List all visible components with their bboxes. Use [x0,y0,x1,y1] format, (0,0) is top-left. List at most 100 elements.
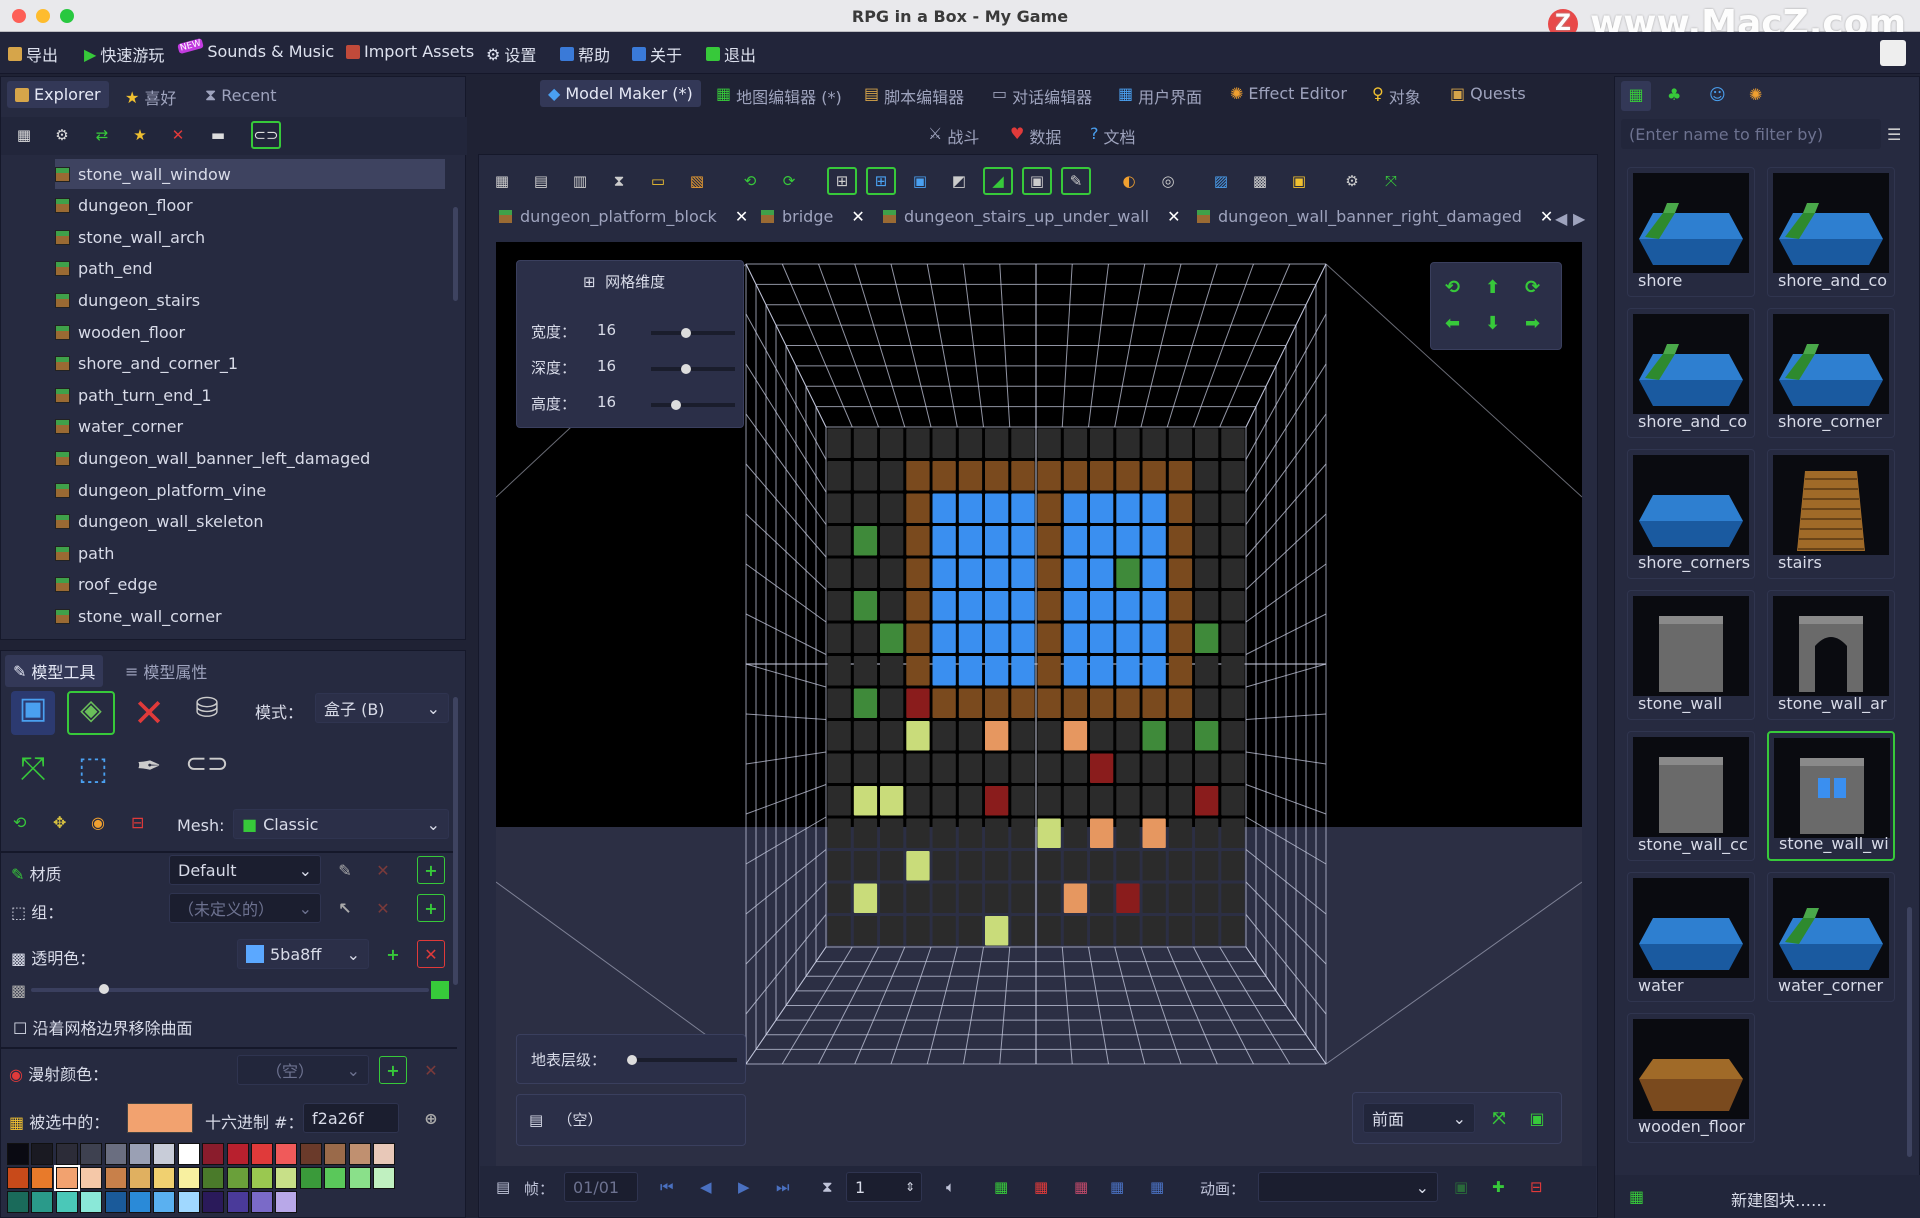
voxel[interactable] [1116,688,1140,719]
rotate-left-icon[interactable]: ⟲ [1445,277,1460,298]
document-tab[interactable]: dungeon_platform_block ✕ [499,207,748,226]
palette-swatch[interactable] [7,1143,29,1165]
voxel[interactable] [958,526,983,556]
frame-slot[interactable]: ▤ （空） [529,1109,603,1130]
voxel[interactable] [906,883,930,914]
voxel[interactable] [827,526,851,556]
voxel[interactable] [1011,558,1035,589]
document-tab[interactable]: dungeon_stairs_up_under_wall ✕ [883,207,1180,226]
voxel[interactable] [1168,656,1193,686]
first-frame-icon[interactable]: ⏮ [660,1178,674,1196]
voxel[interactable] [827,688,851,719]
voxel[interactable] [1221,818,1245,849]
tab-docs[interactable]: ? 文档 [1090,124,1136,148]
voxel[interactable] [853,461,878,491]
voxel[interactable] [1090,623,1114,654]
voxel[interactable] [1063,851,1088,881]
voxel[interactable] [1221,721,1245,751]
voxel[interactable] [853,851,878,881]
voxel[interactable] [1037,428,1061,459]
voxel[interactable] [1116,558,1140,589]
arrow-down-icon[interactable]: ⬇ [1485,313,1500,334]
voxel[interactable] [1221,851,1245,881]
voxel[interactable] [1168,721,1193,751]
add-diffuse-icon[interactable]: + [379,1056,407,1084]
voxel[interactable] [932,721,956,751]
voxel[interactable] [1195,818,1219,849]
expand-icon[interactable]: ⤧ [11,749,55,793]
voxel[interactable] [853,493,878,524]
voxel[interactable] [1221,753,1245,784]
palette-swatch[interactable] [275,1191,298,1213]
menu-sounds-music[interactable]: NEW Sounds & Music [177,37,334,61]
voxel[interactable] [985,526,1009,556]
tab-dialog-editor[interactable]: ▭ 对话编辑器 [992,84,1092,108]
tree-item[interactable]: path_end [55,254,445,284]
palette-swatch[interactable] [31,1191,54,1213]
new-icon[interactable]: ▦ [487,167,517,195]
voxel[interactable] [1168,493,1193,524]
voxel[interactable] [1037,591,1061,621]
voxel[interactable] [1168,786,1193,816]
voxel[interactable] [827,461,851,491]
palette-swatch[interactable] [226,1191,249,1213]
voxel[interactable] [932,786,956,816]
voxel[interactable] [985,851,1009,881]
voxel[interactable] [853,591,878,621]
save-icon[interactable]: ▤ [526,167,556,195]
voxel[interactable] [1063,786,1088,816]
palette-swatch[interactable] [80,1191,103,1213]
tree-item[interactable]: stone_wall_arch [55,222,445,252]
voxel[interactable] [1037,721,1061,751]
palette-swatch[interactable] [7,1167,29,1189]
palette-swatch[interactable] [202,1191,225,1213]
voxel[interactable] [958,916,983,946]
voxel[interactable] [1221,656,1245,686]
fullscreen-icon[interactable]: ⤧ [1376,167,1406,195]
voxel[interactable] [1142,591,1166,621]
voxel[interactable] [1168,558,1193,589]
mesh-select[interactable]: ■ Classic ⌄ [233,809,449,839]
voxel[interactable] [827,851,851,881]
voxel[interactable] [1116,591,1140,621]
voxel[interactable] [1221,526,1245,556]
voxel[interactable] [1142,916,1166,946]
voxel[interactable] [1195,493,1219,524]
voxel[interactable] [958,623,983,654]
close-icon[interactable]: ✕ [1167,207,1180,226]
voxel[interactable] [1195,753,1219,784]
document-tab[interactable]: bridge ✕ [761,207,865,226]
voxel[interactable] [853,623,878,654]
tree-item[interactable]: water_corner [55,412,445,442]
redo-icon[interactable]: ⟳ [774,167,804,195]
add-group-icon[interactable]: + [417,894,445,922]
tab-model-maker[interactable]: ◆ Model Maker (*) [540,80,701,107]
tree-item[interactable]: dungeon_stairs [55,285,445,315]
voxel[interactable] [1142,461,1166,491]
tile-shore_and_co[interactable]: shore_and_co [1627,308,1755,438]
remove-faces-checkbox[interactable]: ☐ 沿着网格边界移除曲面 [13,1015,192,1039]
arrow-right-icon[interactable]: ➡ [1525,313,1540,334]
tile-stone_wall[interactable]: stone_wall [1627,590,1755,720]
voxel[interactable] [1011,721,1035,751]
voxel[interactable] [1090,461,1114,491]
voxel[interactable] [958,461,983,491]
voxel[interactable] [1116,461,1140,491]
height-slider[interactable] [651,400,735,410]
voxel[interactable] [1168,526,1193,556]
voxel[interactable] [853,916,878,946]
voxel[interactable] [906,558,930,589]
palette-swatch[interactable] [251,1143,273,1165]
voxel[interactable] [958,883,983,914]
voxel[interactable] [827,656,851,686]
voxel[interactable] [1142,623,1166,654]
tree-item[interactable]: dungeon_wall_skeleton [55,507,445,537]
voxel[interactable] [1063,526,1088,556]
tile-stone_wall_ar[interactable]: stone_wall_ar [1767,590,1895,720]
voxel[interactable] [1116,753,1140,784]
voxel[interactable] [1037,493,1061,524]
voxel[interactable] [853,688,878,719]
tree-item[interactable]: dungeon_floor [55,191,445,221]
tile-shore_corners[interactable]: shore_corners [1627,449,1755,579]
voxel[interactable] [827,916,851,946]
